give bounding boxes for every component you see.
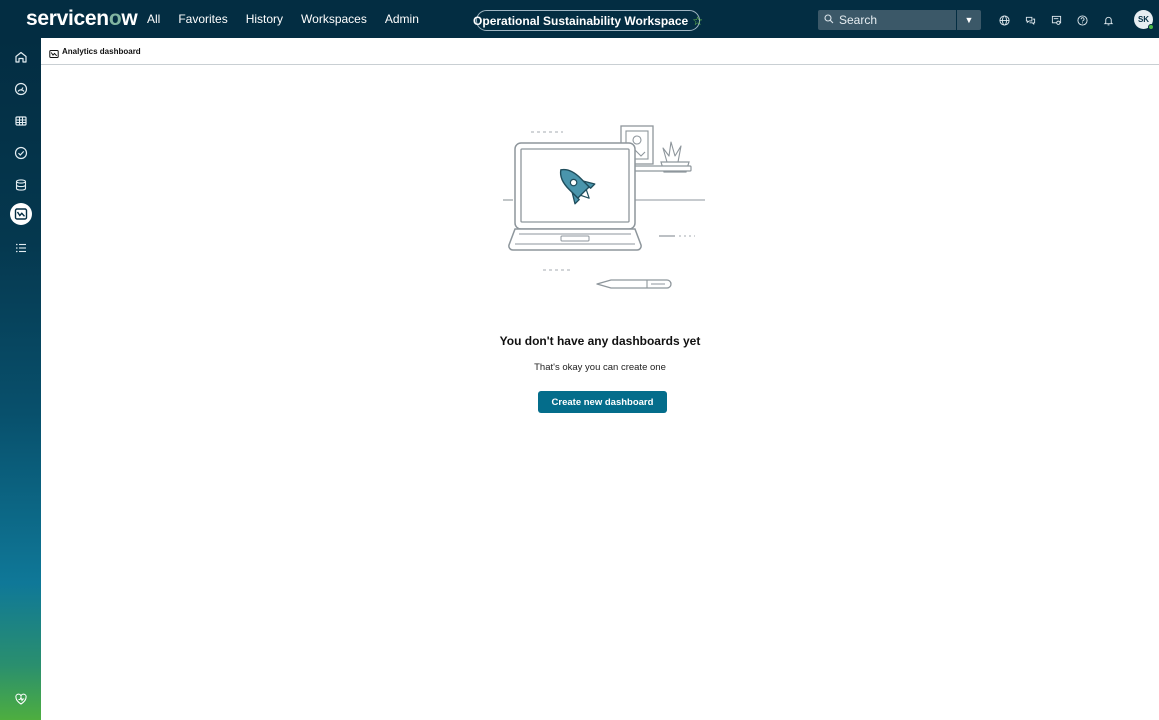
caret-down-icon: ▼ [964, 15, 974, 25]
breadcrumb-label[interactable]: Analytics dashboard [62, 47, 141, 56]
globe-icon[interactable] [994, 10, 1014, 30]
analytics-icon[interactable] [10, 203, 32, 225]
list-icon[interactable] [8, 235, 33, 260]
table-icon[interactable] [8, 108, 33, 133]
favorite-star-icon[interactable]: ☆ [692, 14, 703, 28]
search-scope-dropdown[interactable]: ▼ [957, 10, 981, 30]
header-actions [994, 10, 1124, 30]
home-icon[interactable] [8, 44, 33, 69]
eco-icon[interactable] [8, 686, 33, 711]
empty-state-illustration [501, 124, 705, 296]
create-dashboard-button[interactable]: Create new dashboard [538, 391, 667, 413]
empty-state-title: You don't have any dashboards yet [499, 334, 701, 348]
top-header: servicenow All Favorites History Workspa… [0, 0, 1159, 38]
workspace-title: Operational Sustainability Workspace [473, 13, 689, 28]
check-circle-icon[interactable] [8, 140, 33, 165]
chat-icon[interactable] [1020, 10, 1040, 30]
search-input[interactable] [839, 13, 949, 27]
help-icon[interactable] [1072, 10, 1092, 30]
workspace-pill[interactable]: Operational Sustainability Workspace ☆ [473, 10, 703, 31]
servicenow-logo[interactable]: servicenow [26, 7, 138, 31]
left-sidebar [0, 38, 41, 720]
nav-admin[interactable]: Admin [385, 12, 419, 26]
scan-icon[interactable] [1046, 10, 1066, 30]
breadcrumb: Analytics dashboard [41, 38, 1159, 65]
analytics-icon [49, 46, 59, 58]
nav-all[interactable]: All [147, 12, 160, 26]
gauge-icon[interactable] [8, 76, 33, 101]
nav-history[interactable]: History [246, 12, 283, 26]
user-avatar[interactable]: SK [1134, 10, 1154, 30]
global-search[interactable] [818, 10, 956, 30]
presence-indicator [1148, 24, 1154, 30]
search-icon [824, 13, 834, 27]
main-nav: All Favorites History Workspaces Admin [147, 0, 437, 38]
nav-workspaces[interactable]: Workspaces [301, 12, 367, 26]
database-icon[interactable] [8, 172, 33, 197]
nav-favorites[interactable]: Favorites [178, 12, 227, 26]
bell-icon[interactable] [1098, 10, 1118, 30]
avatar-initials: SK [1137, 15, 1150, 24]
empty-state-subtitle: That's okay you can create one [534, 362, 666, 373]
